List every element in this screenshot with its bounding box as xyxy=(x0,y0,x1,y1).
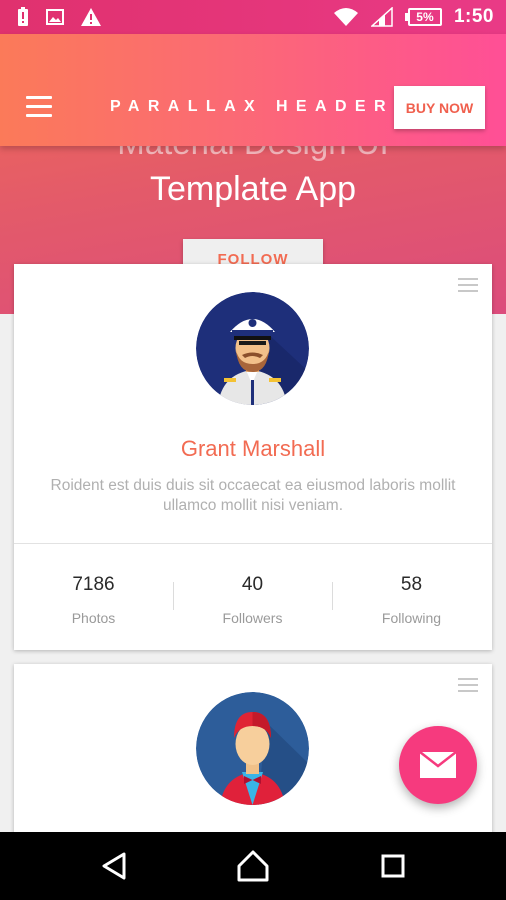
profile-card: Grant Marshall Roident est duis duis sit… xyxy=(14,264,492,650)
warning-icon xyxy=(81,8,101,26)
clock: 1:50 xyxy=(453,6,494,27)
stat-photos[interactable]: 7186 Photos xyxy=(14,544,173,650)
navigation-bar xyxy=(0,832,506,900)
hero-title: Template App xyxy=(149,170,357,208)
battery-icon: 5% xyxy=(404,8,442,26)
mail-fab-button[interactable] xyxy=(399,726,477,804)
stat-value: 58 xyxy=(400,574,423,595)
back-icon[interactable] xyxy=(94,846,134,886)
status-bar: 5% 1:50 xyxy=(0,0,506,34)
battery-level: 5% xyxy=(407,8,442,26)
image-icon xyxy=(46,9,64,25)
buy-now-button[interactable]: BUY NOW xyxy=(394,86,485,129)
stat-following[interactable]: 58 Following xyxy=(332,544,491,650)
avatar-red-hair xyxy=(196,692,309,805)
card-menu-icon[interactable] xyxy=(458,678,478,692)
stat-value: 7186 xyxy=(72,574,115,595)
avatar-captain xyxy=(196,292,309,405)
toolbar: PARALLAX HEADER BUY NOW xyxy=(0,34,506,146)
home-icon[interactable] xyxy=(233,846,273,886)
signal-icon xyxy=(370,7,393,27)
mail-icon xyxy=(420,752,456,778)
profile-bio: Roident est duis duis sit occaecat ea ei… xyxy=(50,477,456,514)
stat-label: Followers xyxy=(222,610,283,626)
recents-icon[interactable] xyxy=(373,846,413,886)
wifi-icon xyxy=(333,8,358,26)
card-menu-icon[interactable] xyxy=(458,278,478,292)
battery-alert-icon xyxy=(18,7,28,26)
hamburger-menu-icon[interactable] xyxy=(26,96,54,118)
profile-name: Grant Marshall xyxy=(180,436,326,461)
toolbar-title: PARALLAX HEADER xyxy=(110,98,394,115)
stat-value: 40 xyxy=(241,574,264,595)
stats-row: 7186 Photos 40 Followers 58 Following xyxy=(14,544,492,650)
stat-label: Photos xyxy=(71,610,116,626)
stat-label: Following xyxy=(381,610,442,626)
stat-followers[interactable]: 40 Followers xyxy=(173,544,332,650)
